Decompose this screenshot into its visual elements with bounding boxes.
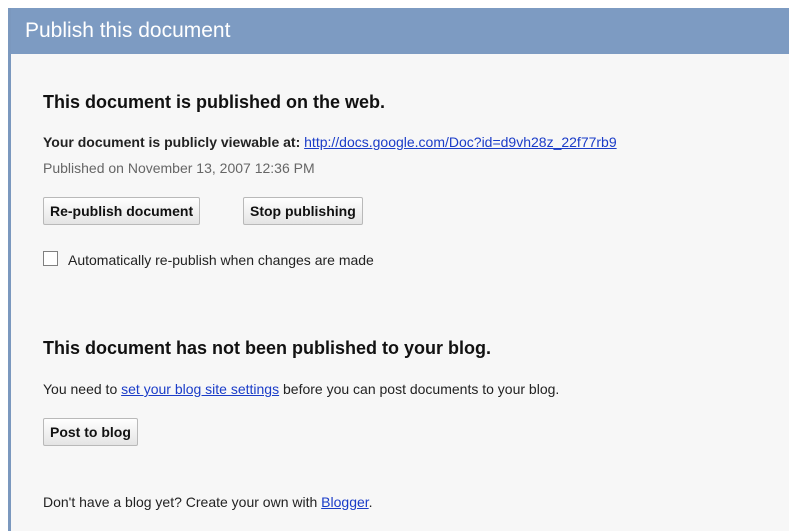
- viewable-at-row: Your document is publicly viewable at: h…: [43, 134, 617, 150]
- blogger-link[interactable]: Blogger: [321, 494, 368, 510]
- viewable-at-label: Your document is publicly viewable at:: [43, 134, 301, 150]
- stop-publishing-button[interactable]: Stop publishing: [243, 197, 363, 225]
- blog-not-published-heading: This document has not been published to …: [43, 338, 492, 358]
- web-published-heading: This document is published on the web.: [43, 92, 386, 112]
- no-blog-row: Don't have a blog yet? Create your own w…: [43, 494, 373, 510]
- publish-dialog: Publish this document This document is p…: [8, 8, 789, 531]
- no-blog-prefix: Don't have a blog yet? Create your own w…: [43, 494, 318, 510]
- blog-settings-link[interactable]: set your blog site settings: [121, 381, 279, 397]
- no-blog-suffix: .: [368, 494, 373, 510]
- blog-settings-prefix: You need to: [43, 381, 118, 397]
- republish-button[interactable]: Re-publish document: [43, 197, 201, 225]
- dialog-title: Publish this document: [11, 8, 789, 54]
- document-url-link[interactable]: http://docs.google.com/Doc?id=d9vh28z_22…: [304, 134, 617, 150]
- blog-settings-row: You need to set your blog site settings …: [43, 381, 559, 397]
- blog-settings-suffix: before you can post documents to your bl…: [283, 381, 560, 397]
- post-to-blog-button[interactable]: Post to blog: [43, 418, 138, 446]
- auto-republish-label: Automatically re-publish when changes ar…: [68, 252, 374, 268]
- published-date: Published on November 13, 2007 12:36 PM: [43, 160, 315, 176]
- auto-republish-checkbox[interactable]: [43, 251, 58, 266]
